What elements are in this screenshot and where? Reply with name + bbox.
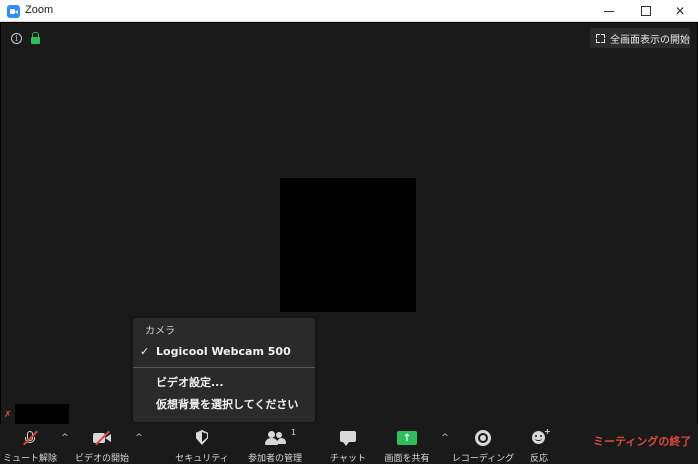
camera-option-label: Logicool Webcam 500 bbox=[156, 344, 291, 358]
unmute-label: ミュート解除 bbox=[2, 454, 57, 464]
fullscreen-button[interactable]: 全画面表示の開始 bbox=[590, 28, 690, 48]
choose-background-item[interactable]: 仮想背景を選択してください bbox=[133, 393, 315, 415]
participants-button[interactable]: 1 参加者の管理 bbox=[243, 424, 307, 464]
participants-icon: 1 bbox=[263, 428, 296, 446]
video-options-caret-icon[interactable]: ^ bbox=[134, 433, 144, 443]
fullscreen-label: 全画面表示の開始 bbox=[610, 34, 690, 46]
video-off-icon bbox=[90, 430, 114, 446]
info-icon[interactable]: i bbox=[11, 33, 22, 44]
self-video-thumbnail[interactable] bbox=[15, 404, 69, 424]
fullscreen-icon bbox=[596, 33, 605, 43]
menu-divider bbox=[133, 367, 315, 368]
muted-mic-icon: ✗ bbox=[4, 410, 12, 420]
share-screen-button[interactable]: ↑ 画面を共有 bbox=[380, 424, 434, 464]
video-settings-label: ビデオ設定... bbox=[156, 376, 224, 389]
end-meeting-button[interactable]: ミーティングの終了 bbox=[593, 433, 691, 449]
chat-label: チャット bbox=[330, 454, 366, 464]
record-button[interactable]: レコーディング bbox=[451, 424, 515, 464]
video-settings-item[interactable]: ビデオ設定... bbox=[133, 371, 315, 393]
unmute-button[interactable]: ミュート解除 bbox=[2, 424, 58, 464]
reactions-button[interactable]: + 反応 bbox=[526, 424, 552, 464]
minimize-button[interactable] bbox=[592, 0, 626, 22]
participants-label: 参加者の管理 bbox=[247, 454, 302, 464]
camera-menu: カメラ ✓ Logicool Webcam 500 ビデオ設定... 仮想背景を… bbox=[133, 318, 315, 422]
reactions-label: 反応 bbox=[529, 454, 548, 464]
security-label: セキュリティ bbox=[175, 454, 229, 464]
share-options-caret-icon[interactable]: ^ bbox=[440, 433, 450, 443]
start-video-button[interactable]: ビデオの開始 bbox=[72, 424, 132, 464]
security-button[interactable]: セキュリティ bbox=[175, 424, 229, 464]
record-icon bbox=[471, 430, 495, 446]
close-button[interactable]: ✕ bbox=[663, 0, 697, 22]
chat-button[interactable]: チャット bbox=[328, 424, 368, 464]
close-icon: ✕ bbox=[674, 4, 686, 18]
start-video-label: ビデオの開始 bbox=[74, 454, 129, 464]
maximize-icon bbox=[641, 6, 651, 16]
share-screen-icon: ↑ bbox=[395, 430, 419, 446]
title-bar: Zoom ✕ bbox=[0, 0, 698, 22]
window-title: Zoom bbox=[25, 4, 54, 16]
maximize-button[interactable] bbox=[629, 0, 663, 22]
camera-option-logicool[interactable]: ✓ Logicool Webcam 500 bbox=[133, 340, 315, 362]
choose-background-label: 仮想背景を選択してください bbox=[156, 398, 299, 411]
camera-menu-header: カメラ bbox=[145, 326, 175, 337]
shield-icon bbox=[190, 430, 214, 446]
lock-icon[interactable] bbox=[31, 32, 40, 44]
mic-muted-icon bbox=[18, 430, 42, 446]
zoom-app-icon bbox=[7, 5, 20, 18]
check-icon: ✓ bbox=[140, 344, 150, 358]
share-screen-label: 画面を共有 bbox=[384, 454, 430, 464]
chat-icon bbox=[336, 430, 360, 446]
participant-count: 1 bbox=[291, 428, 297, 437]
reactions-icon: + bbox=[527, 427, 551, 446]
participant-video-tile[interactable] bbox=[280, 178, 416, 312]
record-label: レコーディング bbox=[451, 454, 515, 464]
minimize-icon bbox=[604, 10, 614, 12]
audio-options-caret-icon[interactable]: ^ bbox=[60, 433, 70, 443]
